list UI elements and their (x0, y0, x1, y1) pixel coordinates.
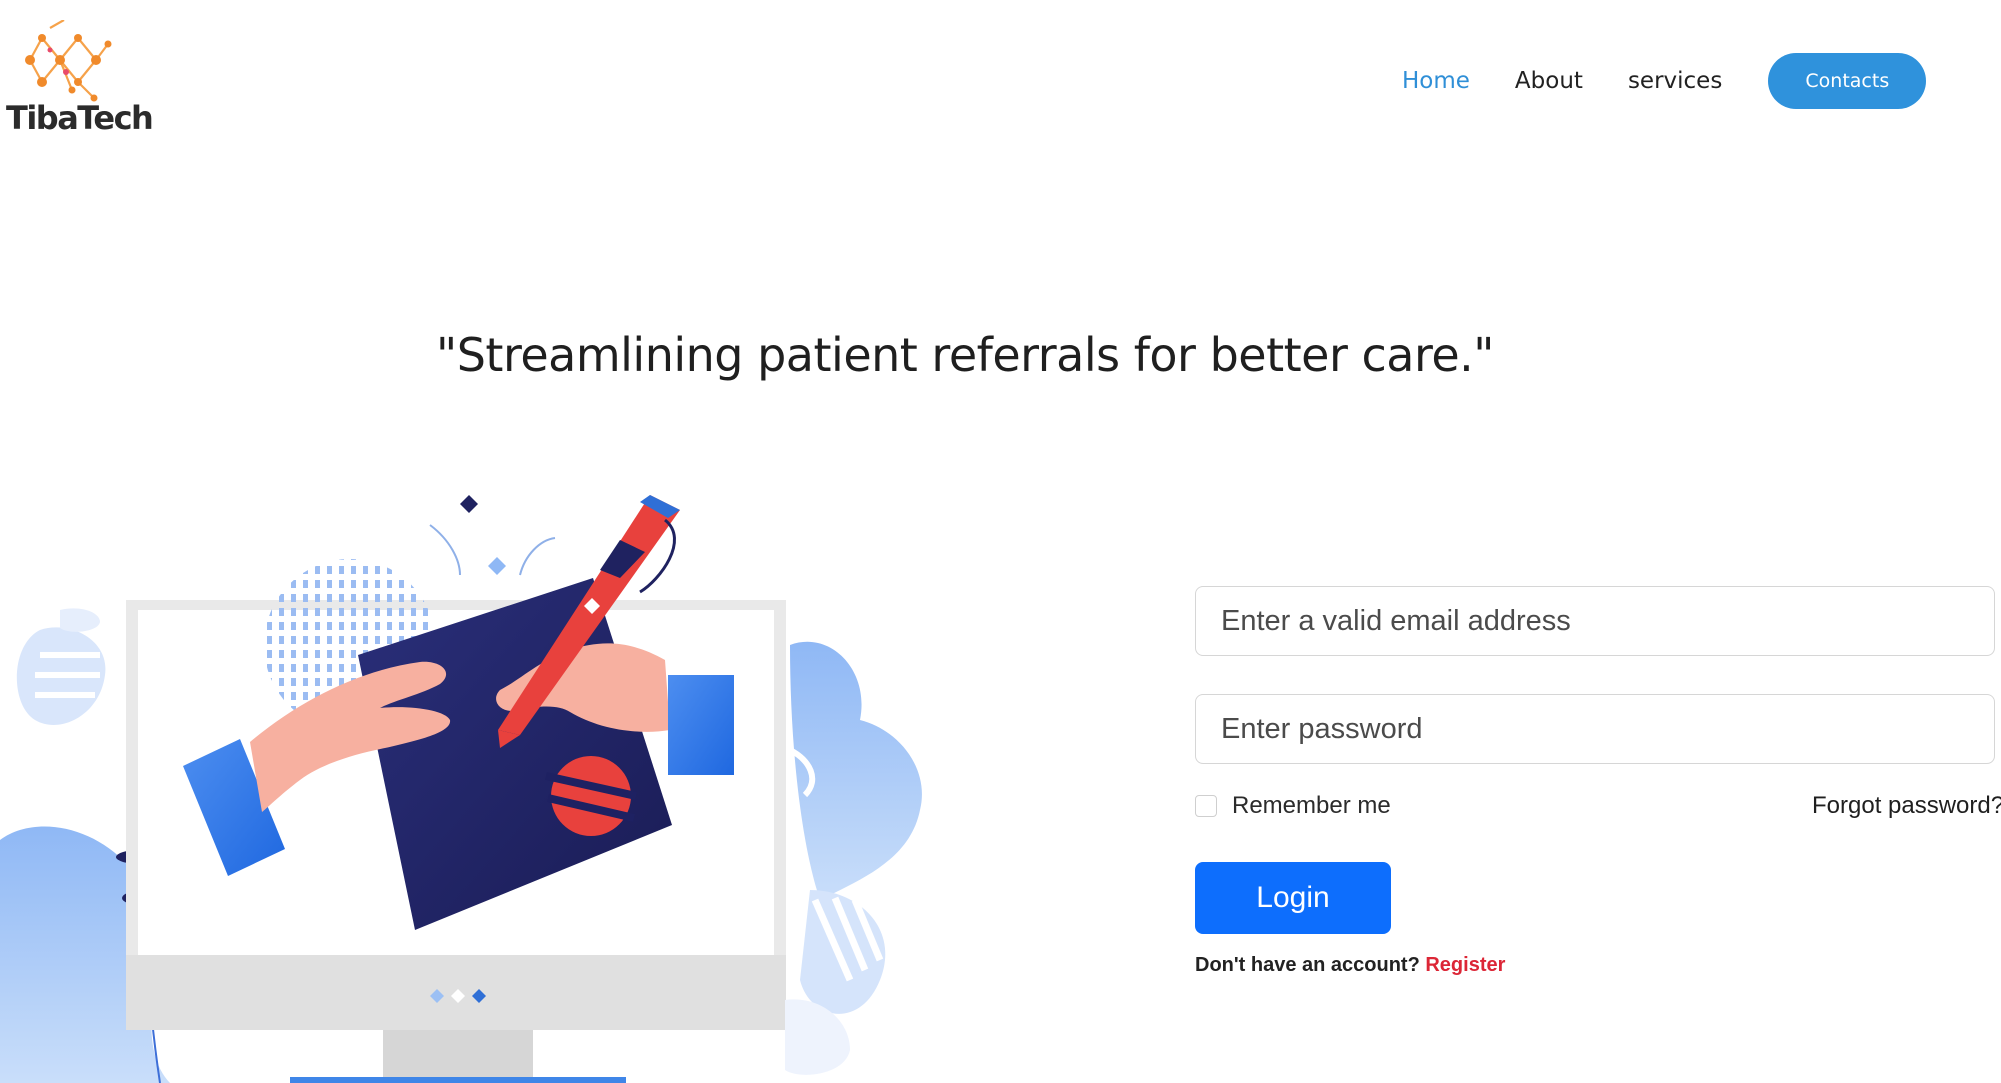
no-account-text: Don't have an account? (1195, 954, 1420, 976)
register-prompt: Don't have an account? Register (1195, 954, 2001, 977)
contacts-button[interactable]: Contacts (1768, 53, 1927, 109)
login-button[interactable]: Login (1195, 862, 1391, 934)
page: TibaTech Home About services Contacts "S… (0, 0, 2001, 1083)
brand-name: TibaTech (6, 99, 154, 137)
forgot-password-link[interactable]: Forgot password? (1812, 792, 2001, 820)
signing-document-illustration (0, 495, 922, 1083)
hero-tagline: "Streamlining patient referrals for bett… (436, 328, 1494, 382)
password-input[interactable] (1195, 694, 1995, 764)
main-nav: Home About services Contacts (1402, 53, 1927, 109)
nav-home[interactable]: Home (1402, 68, 1470, 94)
register-link[interactable]: Register (1425, 954, 1505, 976)
nav-about[interactable]: About (1515, 68, 1583, 94)
nav-services[interactable]: services (1628, 68, 1722, 94)
network-molecule-logo-icon (25, 20, 112, 102)
email-input[interactable] (1195, 586, 1995, 656)
login-form: Remember me Forgot password? Login Don't… (1195, 586, 2001, 977)
brand-logo[interactable]: TibaTech (6, 20, 154, 145)
remember-me-label[interactable]: Remember me (1232, 792, 1391, 820)
remember-me-checkbox[interactable] (1195, 795, 1217, 817)
form-options-row: Remember me Forgot password? (1195, 792, 2001, 822)
